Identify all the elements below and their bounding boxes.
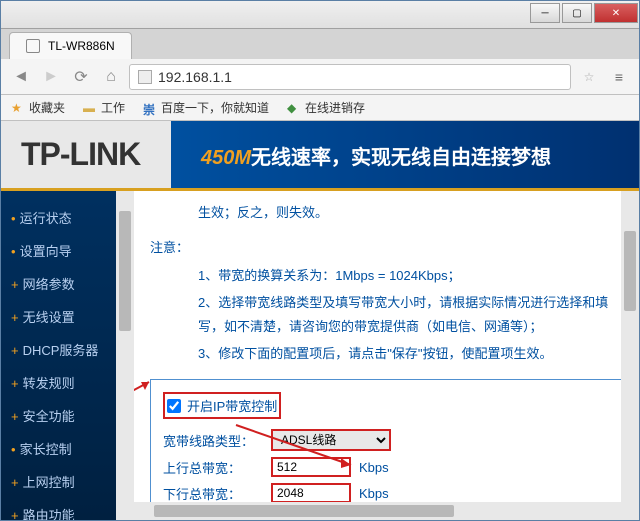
bookmark-favorites[interactable]: ★ 收藏夹 <box>11 99 65 116</box>
upstream-label: 上行总带宽： <box>163 458 263 477</box>
file-icon <box>138 70 152 84</box>
folder-icon: ▬ <box>83 101 97 115</box>
maximize-button[interactable]: ▢ <box>562 3 592 23</box>
sidebar-item-routing[interactable]: +路由功能 <box>1 498 116 520</box>
sidebar-scrollbar[interactable] <box>116 191 134 520</box>
bookmark-label: 百度一下，你就知道 <box>161 99 269 116</box>
banner-slogan: 450M无线速率，实现无线自由连接梦想 <box>201 141 551 170</box>
url-text: 192.168.1.1 <box>158 69 232 85</box>
bookmark-online[interactable]: ◆ 在线进销存 <box>287 99 365 116</box>
downstream-label: 下行总带宽： <box>163 484 263 503</box>
bookmark-label: 工作 <box>101 99 125 116</box>
sidebar-item-wizard[interactable]: •设置向导 <box>1 234 116 267</box>
unit-label: Kbps <box>359 486 389 501</box>
banner-highlight: 450M <box>201 147 251 169</box>
page-content: TP-LINK 450M无线速率，实现无线自由连接梦想 •运行状态 •设置向导 … <box>1 121 639 520</box>
close-button[interactable]: ✕ <box>594 3 638 23</box>
sidebar-item-dhcp[interactable]: +DHCP服务器 <box>1 333 116 366</box>
downstream-input[interactable] <box>271 483 351 503</box>
sidebar-item-access[interactable]: +上网控制 <box>1 465 116 498</box>
sidebar-label: 上网控制 <box>23 475 75 490</box>
sidebar-item-forward[interactable]: +转发规则 <box>1 366 116 399</box>
note-1: 1、带宽的换算关系为：1Mbps = 1024Kbps； <box>150 264 623 287</box>
sidebar-label: DHCP服务器 <box>23 343 99 358</box>
sidebar-nav: •运行状态 •设置向导 +网络参数 +无线设置 +DHCP服务器 +转发规则 +… <box>1 191 116 520</box>
note-3: 3、修改下面的配置项后，请点击"保存"按钮，使配置项生效。 <box>150 342 623 365</box>
unit-label: Kbps <box>359 460 389 475</box>
url-input[interactable]: 192.168.1.1 <box>129 64 571 90</box>
tab-title: TL-WR886N <box>48 39 115 53</box>
content-panel: 生效；反之，则失效。 注意： 1、带宽的换算关系为：1Mbps = 1024Kb… <box>134 191 639 520</box>
panel-horizontal-scrollbar[interactable] <box>134 502 621 520</box>
config-box: 开启IP带宽控制 宽带线路类型： ADSL线路 上行总带宽： Kbps 下行总带… <box>150 379 623 520</box>
sidebar-label: 网络参数 <box>23 277 75 292</box>
logo: TP-LINK <box>21 136 140 173</box>
home-button[interactable]: ⌂ <box>99 65 123 89</box>
sidebar-item-status[interactable]: •运行状态 <box>1 201 116 234</box>
enable-label: 开启IP带宽控制 <box>187 396 277 415</box>
sidebar-label: 安全功能 <box>23 409 75 424</box>
page-icon <box>26 39 40 53</box>
sidebar-label: 运行状态 <box>20 211 72 226</box>
note-2: 2、选择带宽线路类型及填写带宽大小时，请根据实际情况进行选择和填写，如不清楚，请… <box>150 291 623 338</box>
sidebar-item-security[interactable]: +安全功能 <box>1 399 116 432</box>
note-label: 注意： <box>150 236 623 259</box>
bookmarks-bar: ★ 收藏夹 ▬ 工作 崇 百度一下，你就知道 ◆ 在线进销存 <box>1 95 639 121</box>
browser-tab[interactable]: TL-WR886N <box>9 32 132 59</box>
bookmark-label: 收藏夹 <box>29 99 65 116</box>
sidebar-item-network[interactable]: +网络参数 <box>1 267 116 300</box>
bookmark-label: 在线进销存 <box>305 99 365 116</box>
star-icon: ★ <box>11 101 25 115</box>
sidebar-label: 转发规则 <box>23 376 75 391</box>
sidebar-item-wireless[interactable]: +无线设置 <box>1 300 116 333</box>
address-bar: ◄ ► ⟳ ⌂ 192.168.1.1 ☆ ≡ <box>1 59 639 95</box>
enable-bandwidth-row: 开启IP带宽控制 <box>163 392 281 419</box>
sidebar-item-parental[interactable]: •家长控制 <box>1 432 116 465</box>
upstream-input[interactable] <box>271 457 351 477</box>
browser-tab-bar: TL-WR886N <box>1 29 639 59</box>
minimize-button[interactable]: ─ <box>530 3 560 23</box>
line-type-select[interactable]: ADSL线路 <box>271 429 391 451</box>
main-area: •运行状态 •设置向导 +网络参数 +无线设置 +DHCP服务器 +转发规则 +… <box>1 191 639 520</box>
bookmark-baidu[interactable]: 崇 百度一下，你就知道 <box>143 99 269 116</box>
enable-bandwidth-checkbox[interactable] <box>167 399 181 413</box>
reload-button[interactable]: ⟳ <box>69 65 93 89</box>
sidebar-label: 无线设置 <box>23 310 75 325</box>
line-type-label: 宽带线路类型： <box>163 431 263 450</box>
panel-vertical-scrollbar[interactable] <box>621 191 639 502</box>
window-title-bar: ─ ▢ ✕ <box>1 1 639 29</box>
forward-button[interactable]: ► <box>39 65 63 89</box>
banner: TP-LINK 450M无线速率，实现无线自由连接梦想 <box>1 121 639 191</box>
intro-tail: 生效；反之，则失效。 <box>150 201 623 224</box>
back-button[interactable]: ◄ <box>9 65 33 89</box>
bookmark-star-icon[interactable]: ☆ <box>577 70 601 84</box>
menu-icon[interactable]: ≡ <box>607 69 631 85</box>
sidebar-label: 路由功能 <box>23 508 75 520</box>
sidebar-label: 设置向导 <box>20 244 72 259</box>
site-icon: ◆ <box>287 101 301 115</box>
bookmark-work[interactable]: ▬ 工作 <box>83 99 125 116</box>
scroll-corner <box>621 502 639 520</box>
banner-rest: 无线速率，实现无线自由连接梦想 <box>251 147 551 169</box>
sidebar-label: 家长控制 <box>20 442 72 457</box>
baidu-icon: 崇 <box>143 101 157 115</box>
annotation-arrow-icon <box>134 370 161 410</box>
